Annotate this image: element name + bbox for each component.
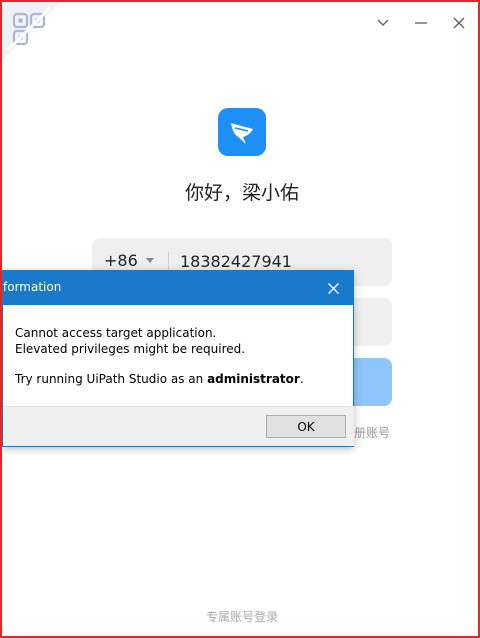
divider <box>168 252 169 272</box>
dialog-footer: OK <box>3 406 354 446</box>
caret-down-icon <box>145 258 154 263</box>
dingtalk-logo-icon <box>218 108 266 156</box>
register-link[interactable]: 册账号 <box>354 424 390 441</box>
window-controls <box>374 14 468 32</box>
qr-login-toggle[interactable] <box>2 2 60 60</box>
dialog-line-2: Elevated privileges might be required. <box>15 342 246 356</box>
close-icon[interactable] <box>450 14 468 32</box>
exclusive-account-login-link[interactable]: 专属账号登录 <box>2 608 478 625</box>
chevron-down-icon[interactable] <box>374 14 392 32</box>
qr-code-icon <box>2 2 60 60</box>
dialog-line-1: Cannot access target application. <box>15 326 217 340</box>
country-code-value: +86 <box>104 251 138 270</box>
country-code-select[interactable]: +86 <box>104 251 154 270</box>
dialog-title: formation <box>3 280 62 294</box>
dialog-close-icon[interactable] <box>324 279 342 297</box>
dialog-line-3-suffix: . <box>299 372 304 386</box>
dialog-line-3-bold: administrator <box>207 372 300 386</box>
minimize-icon[interactable] <box>412 14 430 32</box>
dialog-line-3: Try running UiPath Studio as an administ… <box>15 371 345 387</box>
phone-input[interactable]: 18382427941 <box>180 252 292 271</box>
dialog-message: Cannot access target application. Elevat… <box>15 325 345 387</box>
ok-button[interactable]: OK <box>266 415 346 438</box>
greeting-text: 你好，梁小佑 <box>184 182 299 204</box>
app-window: 你好，梁小佑 +86 18382427941 册账号 专属账号登录 format… <box>0 0 480 638</box>
information-dialog: formation Cannot access target applicati… <box>2 270 354 447</box>
dialog-titlebar: formation <box>3 271 354 305</box>
dialog-line-3-prefix: Try running UiPath Studio as an <box>15 372 208 386</box>
